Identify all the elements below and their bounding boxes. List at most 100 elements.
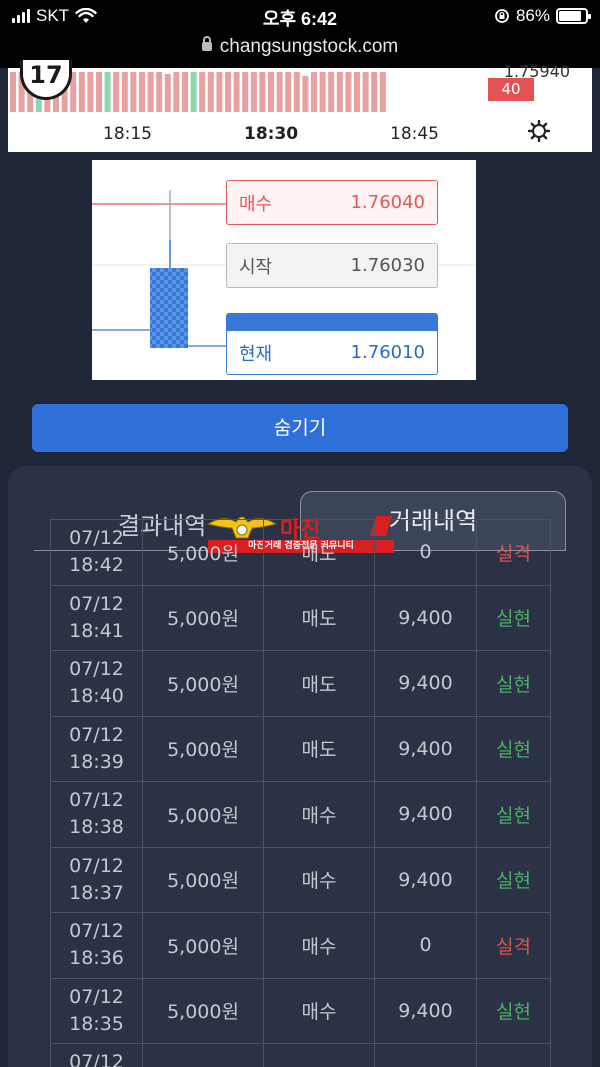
cell-result: 실현	[476, 650, 551, 717]
cell-result: 실현	[476, 715, 551, 782]
cell-side: 매도	[263, 1043, 375, 1067]
table-row: 07/1218:345,000원매도9,400실현	[50, 1043, 551, 1067]
table-row: 07/12 18:35 5,000원 매수 9,400 실현	[50, 977, 551, 1044]
cell-time: 18:38	[69, 816, 124, 839]
cell-amount: 5,000원	[142, 912, 264, 979]
candle-detail: 매수 1.76040 시작 1.76030 현재 1.76010	[92, 160, 476, 380]
cell-payout: 0	[374, 519, 477, 586]
cell-result: 실현	[476, 1043, 551, 1067]
cell-side: 매수	[263, 912, 375, 979]
cell-payout: 0	[374, 912, 477, 979]
time-label: 18:45	[390, 124, 439, 144]
battery-icon	[556, 8, 591, 24]
table-row: 07/12 18:41 5,000원 매도 9,400 실현	[50, 584, 551, 651]
cell-date: 07/12	[69, 658, 124, 681]
cell-datetime: 07/12 18:40	[50, 650, 143, 717]
cell-result: 실격	[476, 519, 551, 586]
cell-time: 18:39	[69, 750, 124, 773]
volume-bar	[345, 72, 352, 112]
cell-side: 매도	[263, 584, 375, 651]
cell-date: 07/12	[69, 854, 124, 877]
volume-bar	[233, 72, 240, 112]
table-row: 07/12 18:42 5,000원 매도 0 실격	[50, 519, 551, 586]
cell-date: 07/12	[69, 527, 124, 550]
volume-bar	[182, 72, 188, 112]
table-row: 07/12 18:38 5,000원 매수 9,400 실현	[50, 781, 551, 848]
volume-bar	[96, 72, 102, 112]
cell-side: 매수	[263, 977, 375, 1044]
cell-datetime: 07/12 18:41	[50, 584, 143, 651]
cell-date: 07/12	[69, 592, 124, 615]
volume-bar	[199, 72, 206, 112]
volume-bar	[354, 72, 360, 112]
volume-bar	[87, 72, 94, 112]
volume-bar	[259, 72, 266, 112]
volume-bar	[242, 72, 249, 112]
volume-bar	[371, 72, 378, 112]
cell-side: 매수	[263, 781, 375, 848]
cell-datetime: 07/12 18:35	[50, 977, 143, 1044]
volume-bar	[190, 72, 197, 112]
volume-bar	[173, 72, 180, 112]
table-row: 07/12 18:39 5,000원 매도 9,400 실현	[50, 715, 551, 782]
gear-icon[interactable]	[528, 120, 550, 142]
volume-bar	[328, 72, 335, 112]
volume-bar	[216, 72, 223, 112]
volume-bar	[311, 72, 317, 112]
cell-datetime: 07/12 18:36	[50, 912, 143, 979]
volume-bar	[78, 72, 85, 112]
volume-bar	[164, 74, 171, 112]
cell-payout: 9,400	[374, 650, 477, 717]
cell-payout: 9,400	[374, 781, 477, 848]
trade-table: 07/12 18:42 5,000원 매도 0 실격 07/12 18:41 5,000원 매도 9…	[50, 519, 551, 1067]
cell-side: 매도	[263, 650, 375, 717]
open-price-box: 시작 1.76030	[226, 243, 438, 288]
cell-amount: 5,000원	[142, 846, 264, 913]
cell-result: 실현	[476, 584, 551, 651]
lock-icon	[201, 36, 212, 51]
rotation-lock-icon	[495, 9, 509, 23]
cell-side: 매도	[263, 519, 375, 586]
cell-time: 18:37	[69, 881, 124, 904]
cell-result: 실현	[476, 781, 551, 848]
table-row: 07/12 18:37 5,000원 매수 9,400 실현	[50, 846, 551, 913]
buy-price-box: 매수 1.76040	[226, 180, 438, 225]
cell-date: 07/12	[69, 723, 124, 746]
volume-bar	[250, 72, 257, 112]
volume-bar	[276, 72, 283, 112]
cell-date: 07/12	[69, 1051, 124, 1067]
cell-payout: 9,400	[374, 584, 477, 651]
volume-bar	[285, 72, 292, 112]
time-label: 18:30	[244, 124, 299, 144]
cell-amount: 5,000원	[142, 1043, 264, 1067]
volume-bar	[379, 72, 386, 112]
cell-time: 18:35	[69, 1012, 124, 1035]
time-label: 18:15	[103, 124, 152, 144]
cell-payout: 9,400	[374, 1043, 477, 1067]
volume-bar	[207, 72, 214, 112]
cell-datetime: 07/1218:34	[50, 1043, 143, 1067]
table-row: 07/12 18:36 5,000원 매수 0 실격	[50, 912, 551, 979]
cell-datetime: 07/12 18:38	[50, 781, 143, 848]
volume-bar	[319, 72, 326, 112]
cell-amount: 5,000원	[142, 650, 264, 717]
volume-bar	[293, 72, 300, 112]
volume-bar	[268, 72, 274, 112]
battery-percent: 86%	[515, 6, 550, 25]
price-chart[interactable]: 17 1.75940 40 18:15 18:30 18:45	[8, 60, 592, 152]
volume-bar	[121, 72, 128, 112]
hide-button[interactable]: 숨기기	[32, 404, 568, 452]
cell-result: 실현	[476, 977, 551, 1044]
status-bar: SKT 오후 6:42 86%	[0, 0, 600, 34]
volume-bar	[362, 72, 369, 112]
cell-payout: 9,400	[374, 977, 477, 1044]
volume-bar	[139, 72, 145, 112]
cell-datetime: 07/12 18:37	[50, 846, 143, 913]
table-row: 07/12 18:40 5,000원 매도 9,400 실현	[50, 650, 551, 717]
volume-bar	[225, 72, 231, 112]
cell-amount: 5,000원	[142, 781, 264, 848]
cell-amount: 5,000원	[142, 584, 264, 651]
cell-result: 실현	[476, 846, 551, 913]
volume-bar	[130, 72, 137, 112]
volume-bar	[302, 76, 309, 112]
